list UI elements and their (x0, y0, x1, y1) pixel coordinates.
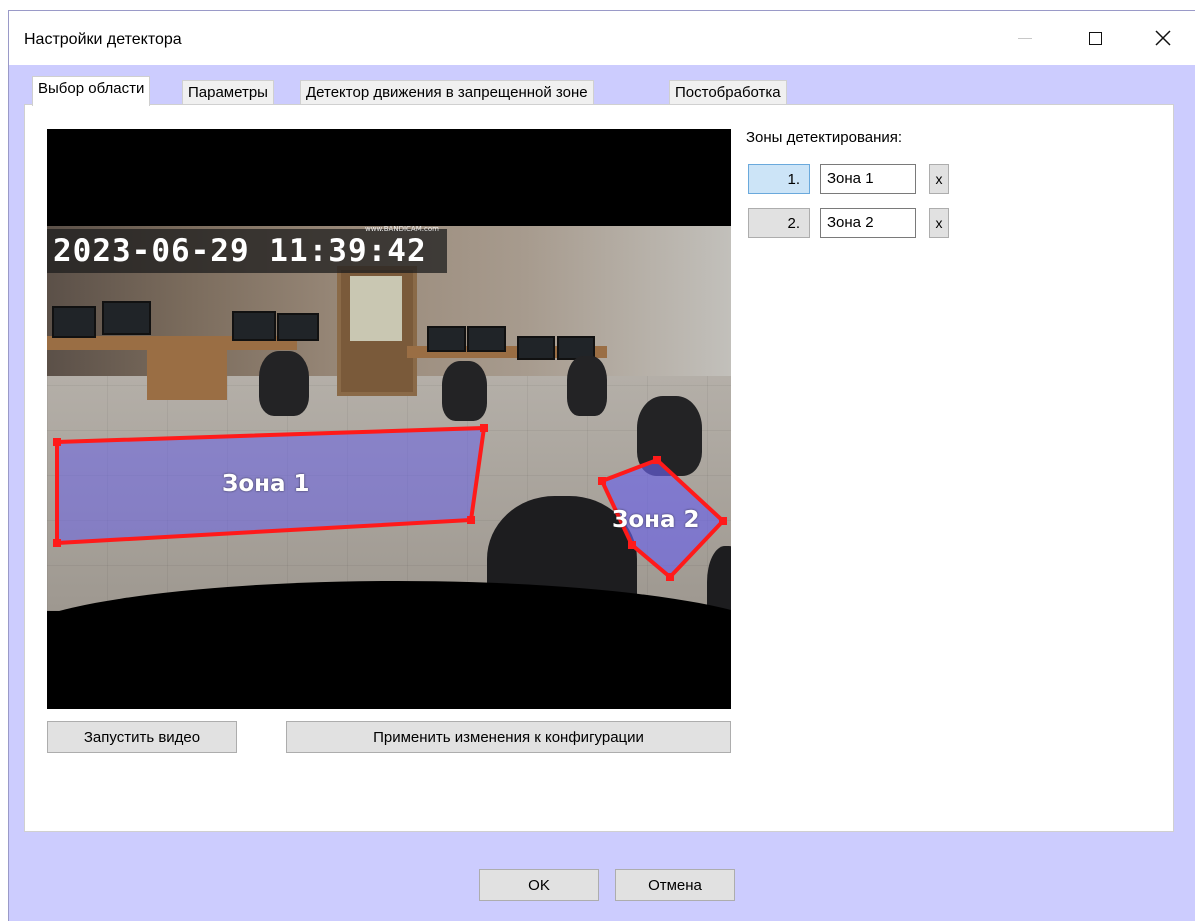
zone-1-label: Зона 1 (222, 471, 310, 497)
tab-area-selection[interactable]: Выбор области (32, 76, 151, 106)
title-bar: Настройки детектора (9, 11, 1195, 65)
cancel-button[interactable]: Отмена (615, 869, 735, 901)
ok-button[interactable]: OK (479, 869, 599, 901)
zone-select-button[interactable]: 1. (748, 164, 810, 194)
start-video-button[interactable]: Запустить видео (47, 721, 237, 753)
close-icon (1155, 30, 1171, 46)
zone-delete-button[interactable]: x (929, 164, 949, 194)
zone-overlay[interactable] (47, 129, 731, 709)
maximize-button[interactable] (1062, 11, 1128, 65)
tab-parameters[interactable]: Параметры (182, 80, 274, 104)
tab-forbidden-zone-motion[interactable]: Детектор движения в запрещенной зоне (300, 80, 594, 104)
zone-name-field[interactable]: Зона 1 (820, 164, 916, 194)
zones-title: Зоны детектирования: (746, 129, 903, 146)
zone-2-label: Зона 2 (612, 507, 700, 533)
apply-config-button[interactable]: Применить изменения к конфигурации (286, 721, 731, 753)
maximize-icon (1088, 31, 1102, 45)
close-button[interactable] (1130, 11, 1195, 65)
zone-select-button[interactable]: 2. (748, 208, 810, 238)
zone-name-field[interactable]: Зона 2 (820, 208, 916, 238)
minimize-button[interactable] (992, 11, 1058, 65)
tab-postprocessing[interactable]: Постобработка (669, 80, 787, 104)
window-title: Настройки детектора (24, 31, 182, 48)
zone-delete-button[interactable]: x (929, 208, 949, 238)
minimize-icon (1018, 37, 1032, 39)
video-preview[interactable]: www.BANDICAM.com 2023-06-29 11:39:42 Зон… (47, 129, 731, 709)
